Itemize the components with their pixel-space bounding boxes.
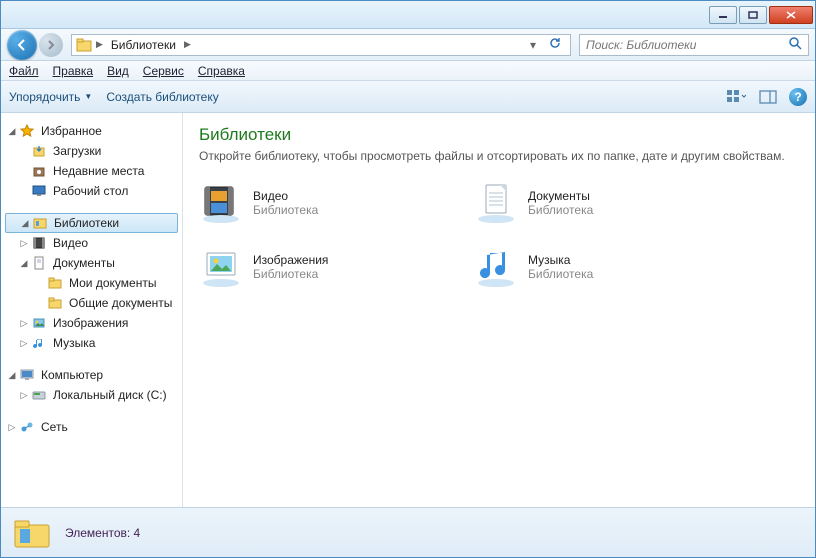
breadcrumb-dropdown[interactable]: ▾ (526, 38, 540, 52)
menu-view[interactable]: Вид (107, 64, 129, 78)
desktop-icon (31, 183, 47, 199)
libraries-large-icon (11, 515, 53, 551)
search-input[interactable] (586, 38, 788, 52)
sidebar-libraries[interactable]: ◢ Библиотеки (5, 213, 178, 233)
menu-tools[interactable]: Сервис (143, 64, 184, 78)
breadcrumb[interactable]: ▶ Библиотеки ▶ ▾ (71, 34, 571, 56)
menu-edit[interactable]: Правка (53, 64, 94, 78)
library-type: Библиотека (528, 267, 593, 281)
libraries-icon (76, 38, 92, 52)
expand-icon[interactable]: ▷ (7, 422, 17, 433)
pictures-library-icon (199, 245, 243, 289)
maximize-button[interactable] (739, 6, 767, 24)
library-name: Музыка (528, 253, 593, 267)
close-button[interactable] (769, 6, 813, 24)
sidebar-documents[interactable]: ◢ Документы (1, 253, 182, 273)
explorer-window: ▶ Библиотеки ▶ ▾ Файл Правка Вид Сервис … (0, 0, 816, 558)
sidebar-localdisk[interactable]: ▷ Локальный диск (C:) (1, 385, 182, 405)
sidebar-videos[interactable]: ▷ Видео (1, 233, 182, 253)
library-type: Библиотека (528, 203, 593, 217)
status-text: Элементов: 4 (65, 526, 140, 540)
sidebar-network[interactable]: ▷ Сеть (1, 417, 182, 437)
sidebar-publicdocs[interactable]: Общие документы (1, 293, 182, 313)
minimize-button[interactable] (709, 6, 737, 24)
collapse-icon[interactable]: ◢ (19, 258, 29, 269)
library-item-pictures[interactable]: ИзображенияБиблиотека (199, 245, 444, 289)
pictures-icon (31, 315, 47, 331)
library-name: Изображения (253, 253, 328, 267)
folder-icon (47, 295, 63, 311)
organize-button[interactable]: Упорядочить▼ (9, 90, 92, 104)
page-title: Библиотеки (199, 125, 799, 145)
recent-icon (31, 163, 47, 179)
navbar: ▶ Библиотеки ▶ ▾ (1, 29, 815, 61)
library-type: Библиотека (253, 203, 318, 217)
downloads-icon (31, 143, 47, 159)
body: ◢ Избранное Загрузки Недавние места (1, 113, 815, 507)
sidebar: ◢ Избранное Загрузки Недавние места (1, 113, 183, 507)
expand-icon[interactable]: ▷ (19, 390, 29, 401)
chevron-right-icon: ▶ (96, 39, 103, 50)
page-subtitle: Откройте библиотеку, чтобы просмотреть ф… (199, 149, 799, 163)
collapse-icon[interactable]: ◢ (20, 218, 30, 229)
chevron-right-icon: ▶ (184, 39, 191, 50)
sidebar-pictures[interactable]: ▷ Изображения (1, 313, 182, 333)
collapse-icon[interactable]: ◢ (7, 126, 17, 137)
preview-pane-button[interactable] (757, 87, 779, 107)
video-library-icon (199, 181, 243, 225)
help-button[interactable]: ? (789, 88, 807, 106)
forward-button[interactable] (39, 33, 63, 57)
music-icon (31, 335, 47, 351)
statusbar: Элементов: 4 (1, 507, 815, 557)
documents-icon (31, 255, 47, 271)
sidebar-desktop[interactable]: Рабочий стол (1, 181, 182, 201)
breadcrumb-segment[interactable]: Библиотеки (107, 38, 180, 52)
collapse-icon[interactable]: ◢ (7, 370, 17, 381)
sidebar-recent[interactable]: Недавние места (1, 161, 182, 181)
sidebar-favorites[interactable]: ◢ Избранное (1, 121, 182, 141)
folder-icon (47, 275, 63, 291)
music-library-icon (474, 245, 518, 289)
create-library-button[interactable]: Создать библиотеку (106, 90, 218, 104)
network-icon (19, 419, 35, 435)
sidebar-mydocs[interactable]: Мои документы (1, 273, 182, 293)
expand-icon[interactable]: ▷ (19, 318, 29, 329)
content-pane: Библиотеки Откройте библиотеку, чтобы пр… (183, 113, 815, 507)
library-item-music[interactable]: МузыкаБиблиотека (474, 245, 719, 289)
search-icon[interactable] (788, 36, 802, 53)
library-name: Видео (253, 189, 318, 203)
expand-icon[interactable]: ▷ (19, 338, 29, 349)
star-icon (19, 123, 35, 139)
library-item-documents[interactable]: ДокументыБиблиотека (474, 181, 719, 225)
sidebar-downloads[interactable]: Загрузки (1, 141, 182, 161)
video-icon (31, 235, 47, 251)
expand-icon[interactable]: ▷ (19, 238, 29, 249)
toolbar: Упорядочить▼ Создать библиотеку ? (1, 81, 815, 113)
sidebar-music[interactable]: ▷ Музыка (1, 333, 182, 353)
menu-help[interactable]: Справка (198, 64, 245, 78)
disk-icon (31, 387, 47, 403)
library-name: Документы (528, 189, 593, 203)
view-options-button[interactable] (725, 87, 747, 107)
libraries-icon (32, 215, 48, 231)
documents-library-icon (474, 181, 518, 225)
back-button[interactable] (7, 30, 37, 60)
menubar: Файл Правка Вид Сервис Справка (1, 61, 815, 81)
library-item-videos[interactable]: ВидеоБиблиотека (199, 181, 444, 225)
library-type: Библиотека (253, 267, 328, 281)
search-box[interactable] (579, 34, 809, 56)
sidebar-computer[interactable]: ◢ Компьютер (1, 365, 182, 385)
refresh-button[interactable] (544, 36, 566, 53)
titlebar (1, 1, 815, 29)
computer-icon (19, 367, 35, 383)
menu-file[interactable]: Файл (9, 64, 39, 78)
